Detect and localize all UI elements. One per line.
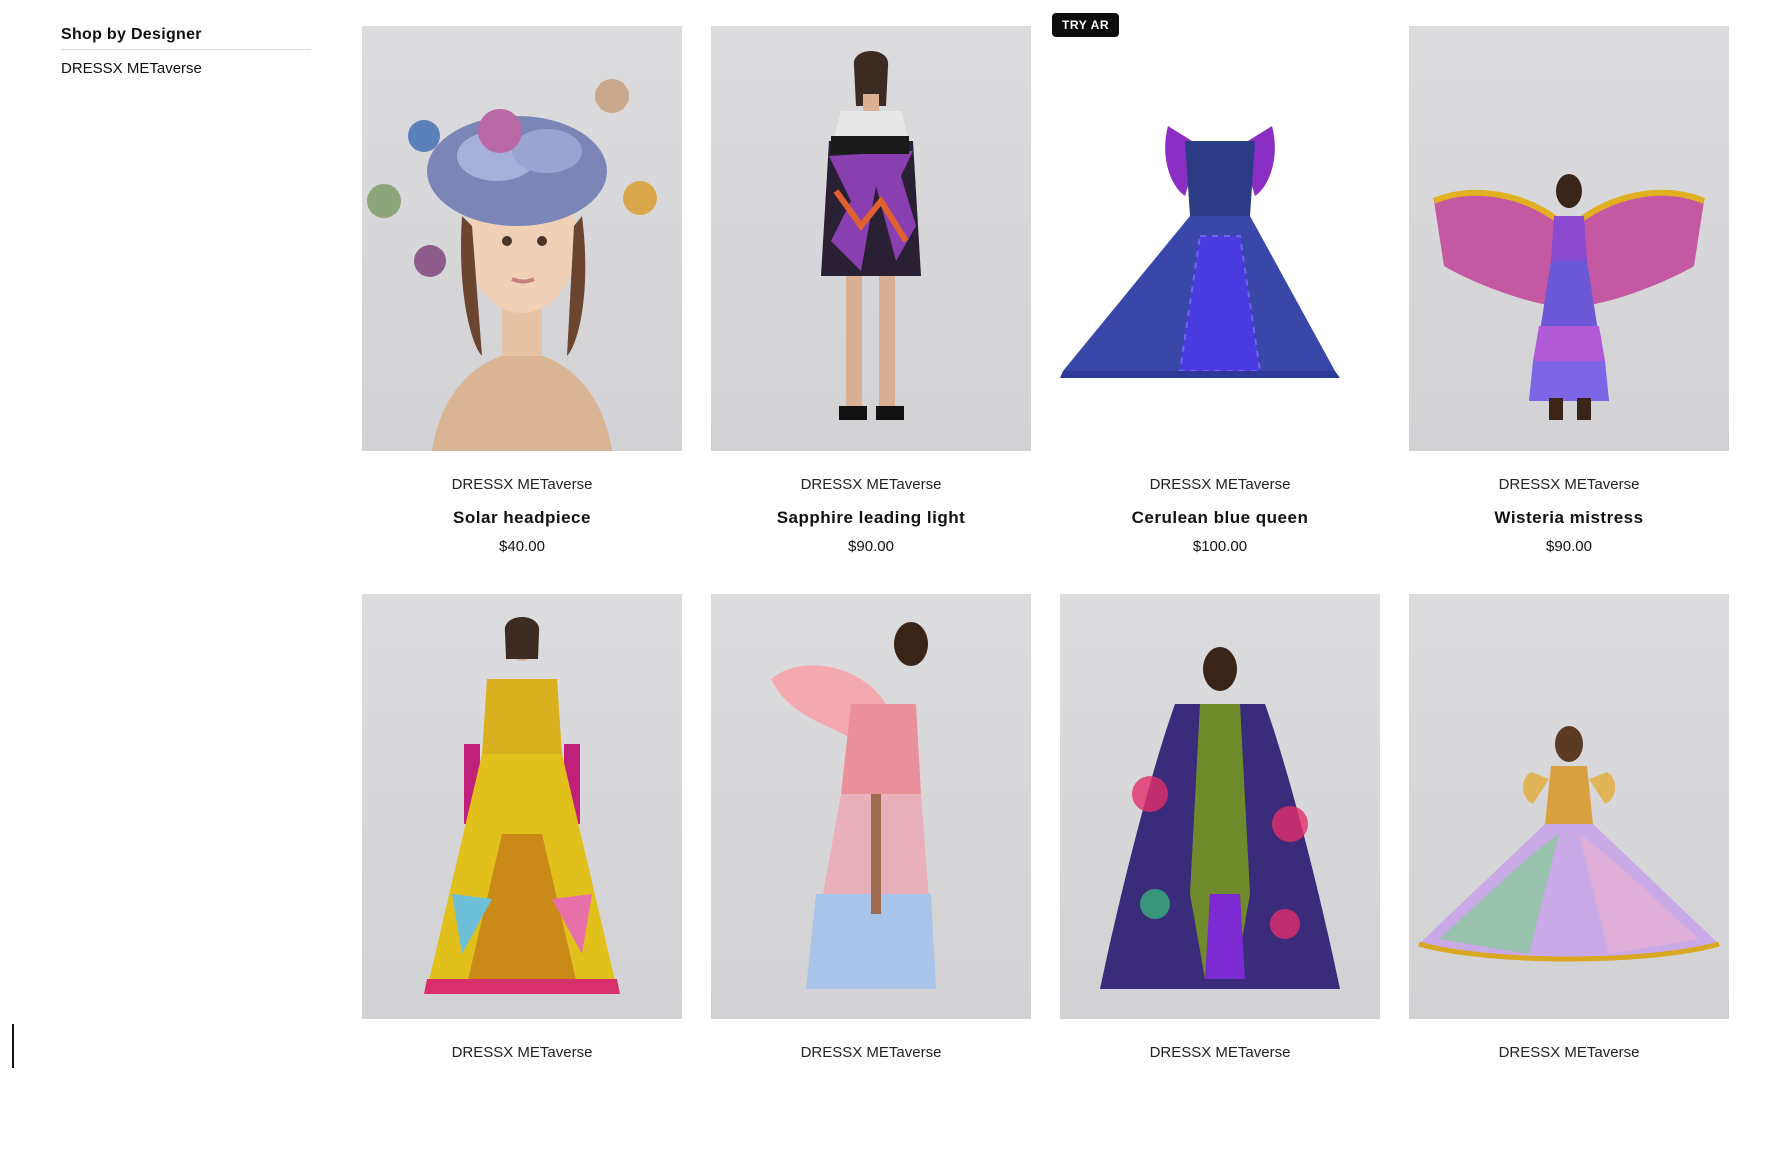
designer-link-dressx-metaverse[interactable]: DRESSX METaverse (61, 60, 311, 77)
model-cape-gown-image (1100, 647, 1340, 989)
text-cursor (12, 1024, 14, 1068)
try-ar-badge[interactable]: TRY AR (1052, 13, 1120, 37)
product-designer: DRESSX METaverse (451, 476, 593, 493)
blue-gown-image (1060, 126, 1340, 378)
model-rainbow-gown-image (1418, 726, 1720, 962)
product-image[interactable] (1409, 594, 1729, 1019)
product-grid: DRESSX METaverse Solar headpiece $40.00 … (362, 26, 1729, 1162)
product-price: $90.00 (1546, 538, 1592, 555)
product-card[interactable]: DRESSX METaverse Wisteria mistress $90.0… (1409, 26, 1729, 594)
product-name[interactable]: Sapphire leading light (711, 508, 1031, 528)
product-image[interactable] (1060, 594, 1380, 1019)
product-name[interactable]: Solar headpiece (362, 508, 682, 528)
product-image[interactable] (711, 26, 1031, 451)
product-image[interactable] (362, 594, 682, 1019)
product-card[interactable]: DRESSX METaverse Solar headpiece $40.00 (362, 26, 682, 594)
product-designer: DRESSX METaverse (451, 1044, 593, 1061)
product-designer: DRESSX METaverse (1149, 476, 1291, 493)
product-card[interactable]: DRESSX METaverse Sapphire leading light … (711, 26, 1031, 594)
product-designer: DRESSX METaverse (800, 476, 942, 493)
sidebar-title: Shop by Designer (61, 26, 311, 50)
model-feather-dress-image (821, 51, 921, 420)
product-designer: DRESSX METaverse (1498, 1044, 1640, 1061)
product-card[interactable]: DRESSX METaverse (1060, 594, 1380, 1162)
model-winged-gown-image (1432, 174, 1706, 420)
product-card[interactable]: DRESSX METaverse Cerulean blue queen $10… (1060, 26, 1380, 594)
product-price: $40.00 (499, 538, 545, 555)
model-gold-gown-image (424, 617, 620, 994)
product-price: $90.00 (848, 538, 894, 555)
product-card[interactable]: DRESSX METaverse (711, 594, 1031, 1162)
product-image[interactable] (362, 26, 682, 451)
product-designer: DRESSX METaverse (1498, 476, 1640, 493)
product-price: $100.00 (1192, 538, 1248, 555)
designer-sidebar: Shop by Designer DRESSX METaverse (61, 26, 311, 77)
product-image[interactable] (1060, 26, 1380, 451)
product-designer: DRESSX METaverse (800, 1044, 942, 1061)
model-pink-gown-image (771, 622, 936, 989)
product-card[interactable]: DRESSX METaverse (1409, 594, 1729, 1162)
product-designer: DRESSX METaverse (1149, 1044, 1291, 1061)
product-card[interactable]: DRESSX METaverse (362, 594, 682, 1162)
product-name[interactable]: Wisteria mistress (1409, 508, 1729, 528)
product-name[interactable]: Cerulean blue queen (1060, 508, 1380, 528)
model-headpiece-image (367, 79, 657, 451)
product-image[interactable] (1409, 26, 1729, 451)
product-image[interactable] (711, 594, 1031, 1019)
